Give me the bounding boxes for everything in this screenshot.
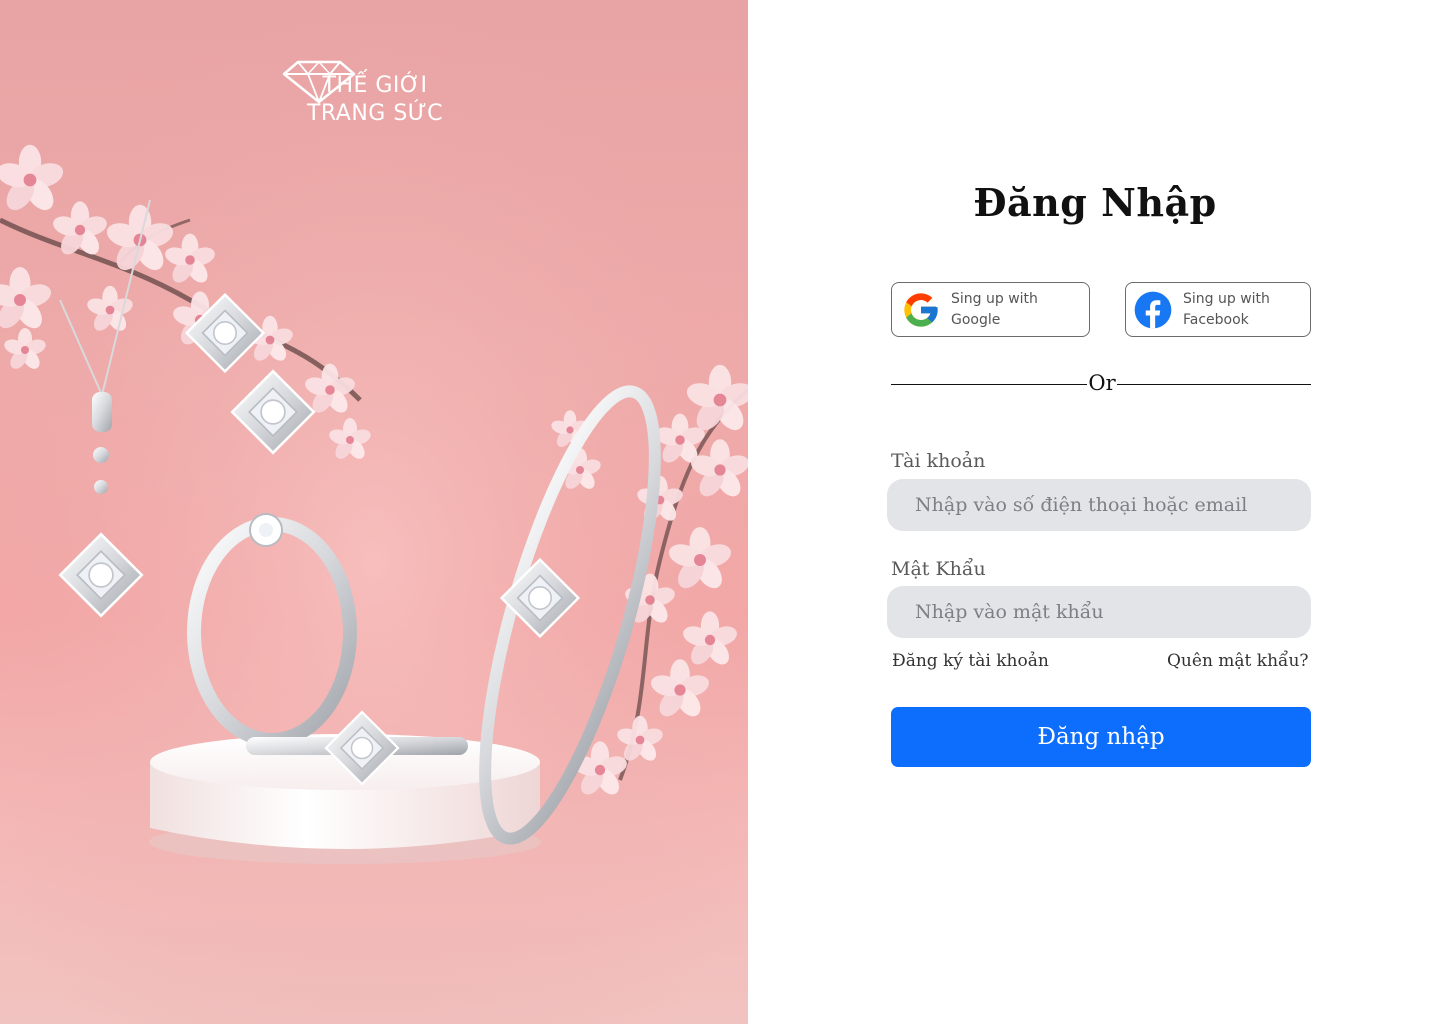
login-submit-button[interactable]: Đăng nhập [891,707,1311,767]
forgot-password-link[interactable]: Quên mật khẩu? [1167,651,1309,671]
divider-line-left [891,384,1087,385]
google-icon [904,292,938,327]
username-label: Tài khoản [891,450,986,472]
password-label: Mật Khẩu [891,558,986,580]
facebook-signup-label: Sing up with Facebook [1183,290,1270,328]
google-signup-label: Sing up with Google [951,290,1038,328]
jewelry-hero-image [0,0,748,1024]
register-link[interactable]: Đăng ký tài khoản [892,651,1049,671]
google-signup-button[interactable]: Sing up with Google [891,282,1090,337]
username-input[interactable] [887,479,1311,531]
hero-panel: THẾ GIỚI TRANG SỨC [0,0,748,1024]
or-divider: Or [891,369,1311,399]
brand-name-line2: TRANG SỨC [306,101,444,126]
facebook-icon [1134,291,1172,328]
divider-or-text: Or [1088,371,1116,395]
brand-logo: THẾ GIỚI TRANG SỨC [280,58,470,128]
diamond-logo-icon [282,60,356,104]
page-title: Đăng Nhập [973,180,1217,225]
facebook-signup-button[interactable]: Sing up with Facebook [1125,282,1311,337]
divider-line-right [1117,384,1311,385]
password-input[interactable] [887,586,1311,638]
